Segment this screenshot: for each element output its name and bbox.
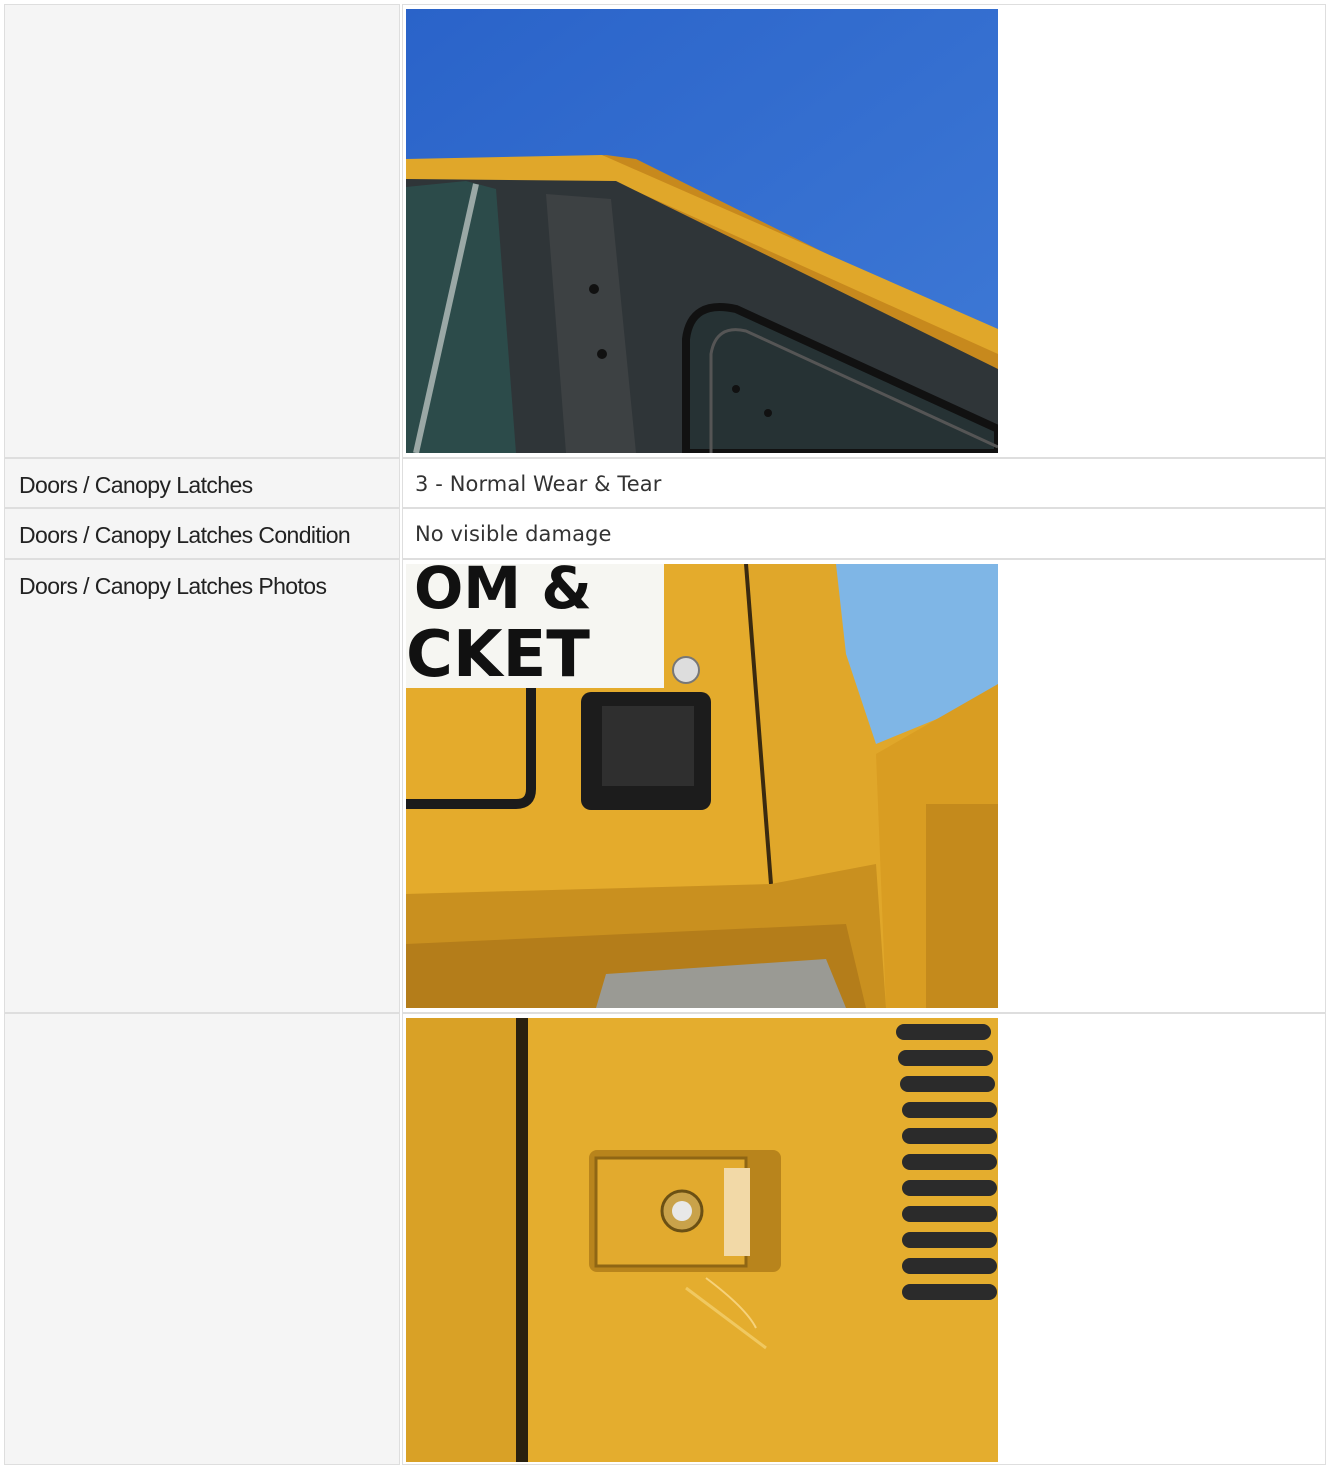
label-cell: Doors / Canopy Latches Condition	[4, 508, 400, 559]
table-row: Doors / Canopy Latches Photos OM & CKET	[4, 559, 1326, 1013]
label-cell	[4, 1013, 400, 1465]
row-value: 3 - Normal Wear & Tear	[415, 472, 662, 496]
table-row	[4, 4, 1326, 458]
table-row	[4, 1013, 1326, 1465]
sign-text-top: OM &	[414, 564, 592, 622]
sign-text-bottom: CKET	[406, 618, 590, 692]
table-row: Doors / Canopy Latches Condition No visi…	[4, 508, 1326, 559]
row-label: Doors / Canopy Latches Condition	[19, 522, 351, 548]
label-cell: Doors / Canopy Latches	[4, 458, 400, 508]
value-cell	[402, 4, 1326, 458]
value-cell: 3 - Normal Wear & Tear	[402, 458, 1326, 508]
label-cell	[4, 4, 400, 458]
latch-closeup-photo	[406, 1018, 998, 1462]
door-handle-photo: OM & CKET	[406, 564, 998, 1008]
value-cell: OM & CKET	[402, 559, 1326, 1013]
cab-canopy-photo	[406, 9, 998, 453]
label-cell: Doors / Canopy Latches Photos	[4, 559, 400, 1013]
value-cell: No visible damage	[402, 508, 1326, 559]
row-label: Doors / Canopy Latches Photos	[19, 573, 327, 599]
inspection-table: Doors / Canopy Latches 3 - Normal Wear &…	[4, 4, 1326, 1465]
row-value: No visible damage	[415, 522, 612, 546]
value-cell	[402, 1013, 1326, 1465]
row-label: Doors / Canopy Latches	[19, 472, 253, 498]
table-row: Doors / Canopy Latches 3 - Normal Wear &…	[4, 458, 1326, 508]
